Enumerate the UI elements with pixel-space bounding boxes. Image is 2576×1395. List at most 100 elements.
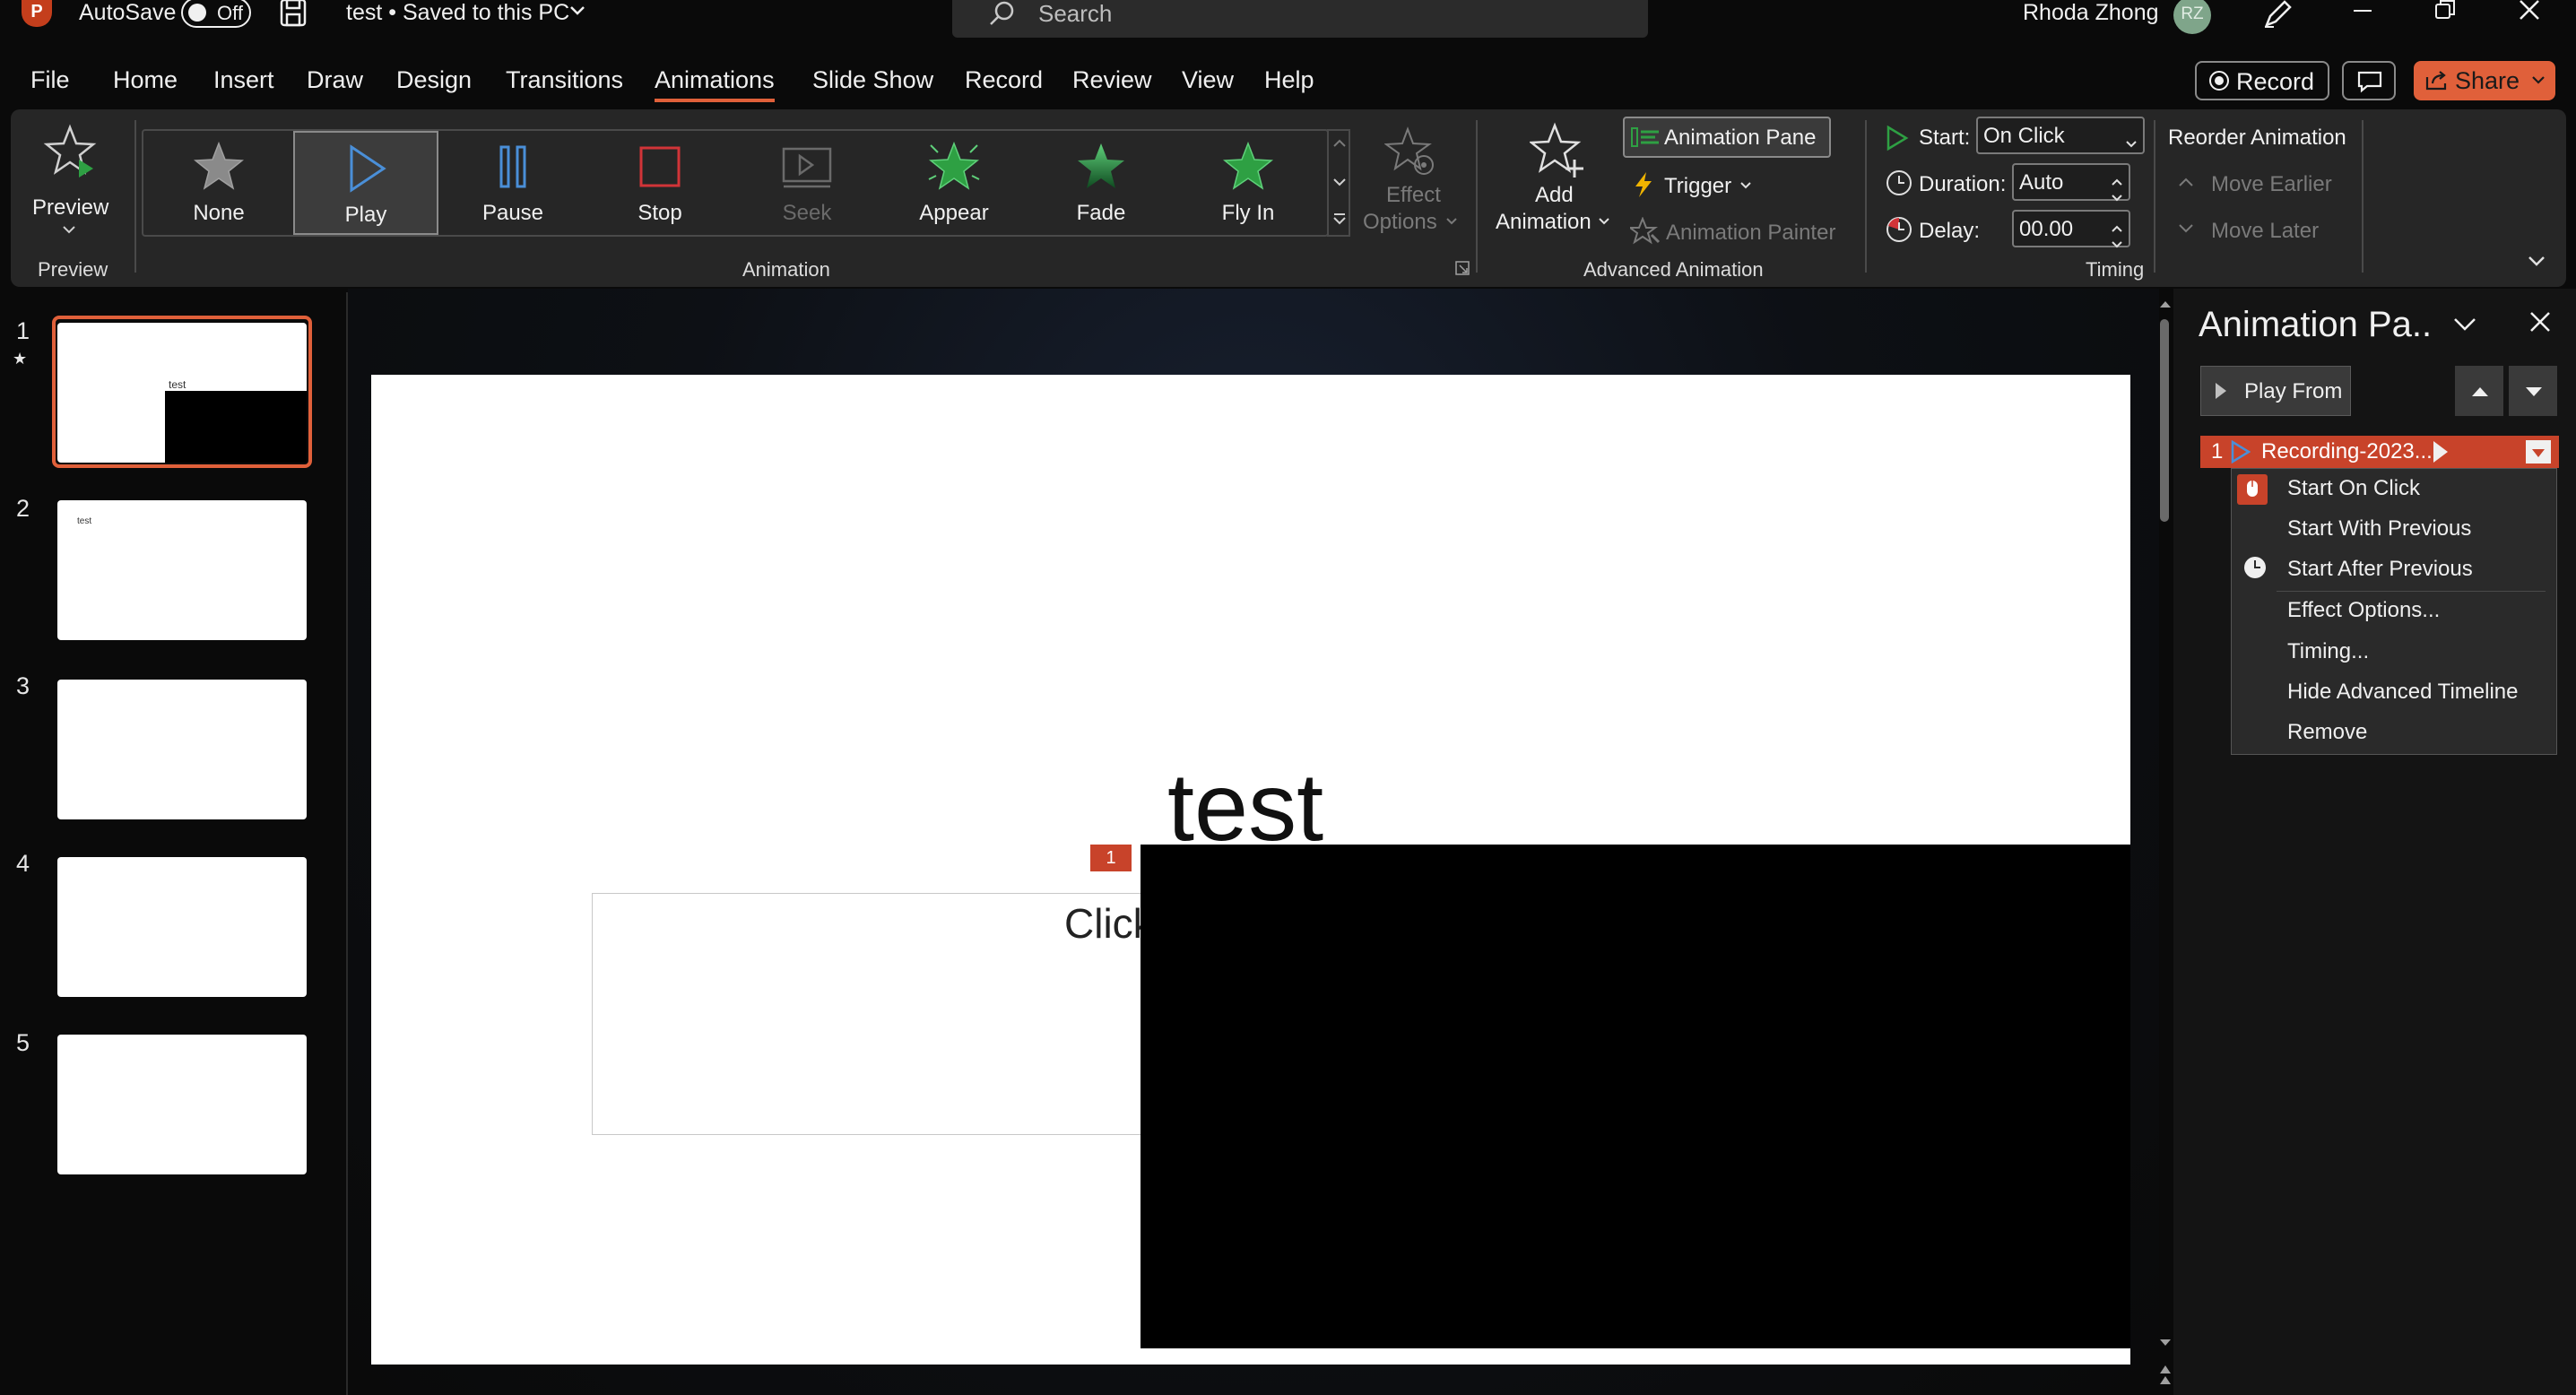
preview-star-icon bbox=[43, 122, 100, 184]
menu-hide-advanced-timeline[interactable]: Hide Advanced Timeline bbox=[2287, 680, 2518, 705]
tab-draw[interactable]: Draw bbox=[307, 66, 363, 94]
record-button[interactable]: Record bbox=[2195, 61, 2329, 100]
slide-number: 4 bbox=[16, 850, 30, 877]
move-earlier-button[interactable]: Move Earlier bbox=[2175, 170, 2355, 201]
animation-order-tag[interactable]: 1 bbox=[1090, 845, 1132, 871]
slide-thumbnail-4[interactable] bbox=[57, 857, 307, 997]
share-button[interactable]: Share bbox=[2414, 61, 2555, 100]
play-from-button[interactable]: Play From bbox=[2200, 366, 2351, 416]
duration-field[interactable]: Auto bbox=[2012, 163, 2130, 202]
slide-thumbnail-1[interactable]: test bbox=[57, 323, 307, 463]
collapse-ribbon-icon[interactable] bbox=[2527, 255, 2546, 273]
tab-record[interactable]: Record bbox=[965, 66, 1043, 94]
trigger-button[interactable]: Trigger bbox=[1628, 169, 1772, 204]
animation-none[interactable]: None bbox=[146, 131, 291, 235]
slide-title[interactable]: test bbox=[1167, 758, 1323, 855]
animation-stop[interactable]: Stop bbox=[587, 131, 733, 235]
duration-value: Auto bbox=[2019, 170, 2064, 195]
pane-options-chevron-icon[interactable] bbox=[2451, 314, 2478, 340]
tab-slide-show[interactable]: Slide Show bbox=[812, 66, 933, 94]
animation-appear[interactable]: Appear bbox=[881, 131, 1027, 235]
document-title[interactable]: test • Saved to this PC bbox=[346, 0, 569, 26]
search-box[interactable]: Search bbox=[952, 0, 1648, 38]
spin-down-icon[interactable] bbox=[2111, 231, 2123, 256]
thumb-title: test bbox=[169, 378, 186, 391]
minimize-icon[interactable] bbox=[2351, 0, 2374, 22]
previous-slide-icon[interactable] bbox=[2158, 1363, 2173, 1391]
slide-thumbnail-3[interactable] bbox=[57, 680, 307, 819]
menu-remove[interactable]: Remove bbox=[2287, 720, 2367, 745]
menu-start-with-previous[interactable]: Start With Previous bbox=[2287, 516, 2471, 542]
gallery-up-icon[interactable] bbox=[1332, 136, 1347, 152]
menu-start-on-click[interactable]: Start On Click bbox=[2287, 476, 2420, 501]
add-animation-button[interactable]: Add Animation bbox=[1488, 122, 1623, 242]
tab-animations[interactable]: Animations bbox=[655, 66, 775, 102]
tab-insert[interactable]: Insert bbox=[213, 66, 274, 94]
entry-play-icon bbox=[2231, 439, 2251, 468]
animation-fade[interactable]: Fade bbox=[1028, 131, 1174, 235]
video-object[interactable] bbox=[1141, 845, 2130, 1348]
gallery-more-icon[interactable] bbox=[1332, 212, 1347, 230]
group-divider bbox=[2362, 120, 2364, 273]
user-name[interactable]: Rhoda Zhong bbox=[2023, 0, 2159, 26]
animation-none-label: None bbox=[193, 201, 245, 225]
comments-button[interactable] bbox=[2342, 61, 2396, 100]
duration-label: Duration: bbox=[1919, 172, 2007, 196]
scroll-down-icon[interactable] bbox=[2158, 1336, 2173, 1352]
menu-timing[interactable]: Timing... bbox=[2287, 639, 2369, 664]
close-pane-icon[interactable] bbox=[2528, 310, 2552, 338]
move-up-button[interactable] bbox=[2455, 366, 2503, 416]
move-later-button[interactable]: Move Later bbox=[2175, 217, 2355, 247]
tab-view[interactable]: View bbox=[1182, 66, 1234, 94]
autosave-toggle[interactable]: Off bbox=[181, 0, 251, 28]
scroll-up-icon[interactable] bbox=[2158, 298, 2173, 314]
slide-canvas[interactable]: test Click 1 bbox=[371, 375, 2130, 1365]
tab-transitions[interactable]: Transitions bbox=[506, 66, 623, 94]
pen-icon[interactable] bbox=[2261, 0, 2294, 33]
tab-review[interactable]: Review bbox=[1072, 66, 1152, 94]
tab-file[interactable]: File bbox=[30, 66, 70, 94]
tab-design[interactable]: Design bbox=[396, 66, 472, 94]
animation-stop-label: Stop bbox=[637, 201, 682, 225]
effect-options-label-1: Effect bbox=[1386, 183, 1441, 207]
entry-dropdown-button[interactable] bbox=[2525, 439, 2552, 464]
scrollbar-thumb[interactable] bbox=[2160, 319, 2169, 522]
animation-fly-in[interactable]: Fly In bbox=[1175, 131, 1321, 235]
chevron-down-icon bbox=[2531, 447, 2546, 464]
preview-group-label: Preview bbox=[38, 258, 108, 281]
slide-thumbnail-2[interactable]: test bbox=[57, 500, 307, 640]
close-window-icon[interactable] bbox=[2518, 0, 2541, 26]
menu-effect-options[interactable]: Effect Options... bbox=[2287, 598, 2440, 623]
preview-button[interactable]: Preview bbox=[27, 120, 117, 237]
animation-pane-button[interactable]: Animation Pane bbox=[1623, 117, 1831, 158]
start-select[interactable]: On Click bbox=[1976, 117, 2145, 154]
effect-options-button[interactable]: Effect Options bbox=[1356, 122, 1467, 238]
spin-down-icon[interactable] bbox=[2111, 185, 2123, 210]
gallery-down-icon[interactable] bbox=[1332, 176, 1347, 192]
menu-start-after-previous[interactable]: Start After Previous bbox=[2287, 557, 2473, 582]
animation-painter-button[interactable]: Animation Painter bbox=[1627, 215, 1852, 251]
animation-seek[interactable]: Seek bbox=[734, 131, 880, 235]
save-icon[interactable] bbox=[280, 0, 307, 27]
tab-home[interactable]: Home bbox=[113, 66, 178, 94]
tab-help[interactable]: Help bbox=[1264, 66, 1314, 94]
avatar[interactable]: RZ bbox=[2173, 0, 2211, 34]
timing-group-label: Timing bbox=[2086, 258, 2145, 281]
delay-field[interactable]: 00.00 bbox=[2012, 210, 2130, 248]
animation-play[interactable]: Play bbox=[293, 131, 438, 235]
slide-thumbnail-5[interactable] bbox=[57, 1035, 307, 1174]
animation-pause[interactable]: Pause bbox=[440, 131, 585, 235]
slide-number: 1 bbox=[16, 317, 30, 344]
animation-seek-label: Seek bbox=[782, 201, 832, 225]
chevron-down-icon bbox=[1598, 215, 1610, 231]
vertical-scrollbar[interactable] bbox=[2155, 296, 2175, 1395]
triangle-up-icon bbox=[2471, 386, 2489, 402]
animation-list-item[interactable]: 1 Recording-2023... bbox=[2200, 436, 2559, 468]
toggle-knob bbox=[188, 4, 206, 22]
chevron-down-icon[interactable] bbox=[568, 2, 586, 20]
restore-icon[interactable] bbox=[2433, 0, 2457, 26]
add-animation-icon bbox=[1528, 122, 1587, 184]
move-down-button[interactable] bbox=[2509, 366, 2557, 416]
dialog-launcher-icon[interactable] bbox=[1454, 260, 1470, 281]
avatar-initials: RZ bbox=[2181, 4, 2204, 23]
